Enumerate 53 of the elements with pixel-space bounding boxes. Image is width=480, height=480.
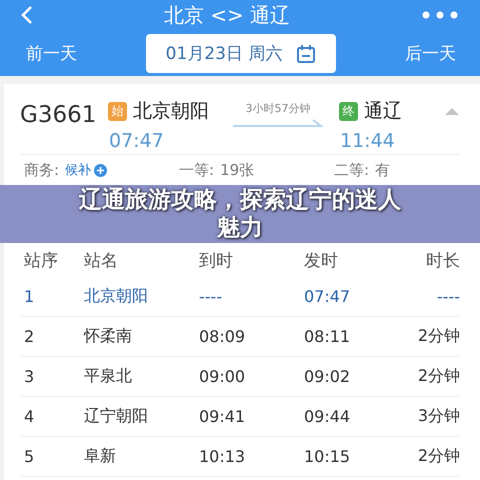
table-cell-text: 08:11 <box>304 327 352 346</box>
table-cell-text: 10:13 <box>199 447 246 466</box>
table-cell-text: 怀柔南 <box>84 326 133 347</box>
table-cell-text: 4 <box>24 407 36 426</box>
column-header: 站序 <box>24 250 59 272</box>
arrival-time: 11:44 <box>339 130 396 152</box>
table-cell-text: 5 <box>24 447 36 466</box>
table-cell-text: ---- <box>436 287 460 306</box>
table-cell-text: 08:09 <box>199 327 246 346</box>
table-cell-text: 09:00 <box>199 367 246 386</box>
column-header: 时长 <box>425 250 460 272</box>
station-badge: 始 <box>108 102 127 120</box>
waitlist-link[interactable]: 候补 <box>65 161 108 179</box>
train-number: G3661 <box>20 101 98 128</box>
table-cell-text: 阜新 <box>84 446 117 467</box>
seat-class-label: 一等: <box>179 160 214 180</box>
station-name: 通辽 <box>364 99 402 124</box>
table-cell-text: 北京朝阳 <box>84 286 149 307</box>
table-cell-text: 09:44 <box>304 407 352 426</box>
table-cell-text: 09:02 <box>304 367 352 386</box>
plus-icon <box>94 164 108 176</box>
station-badge: 终 <box>339 102 358 120</box>
duration-label: 3小时57分钟 <box>246 101 310 116</box>
window-title: 北京 <> 通辽 <box>164 2 290 28</box>
calendar-icon <box>296 44 316 64</box>
table-cell-text: 10:15 <box>304 447 352 466</box>
seat-availability: 有 <box>375 160 390 180</box>
table-cell-text: 07:47 <box>304 287 352 306</box>
table-cell-text: 3 <box>24 367 36 386</box>
prev-day-button[interactable]: 前一天 <box>26 42 77 65</box>
table-cell-text: 2分钟 <box>416 446 460 467</box>
banner-title: 辽通旅游攻略，探索辽宁的迷人魅力 <box>78 186 402 242</box>
column-header: 发时 <box>304 250 339 272</box>
table-cell-text: 3分钟 <box>416 406 460 427</box>
table-cell-text: 辽宁朝阳 <box>84 406 149 427</box>
table-cell-text: 2 <box>24 327 36 346</box>
column-header: 站名 <box>84 250 119 272</box>
station-name: 北京朝阳 <box>133 99 209 124</box>
seat-class-label: 商务: <box>24 160 60 180</box>
back-icon <box>20 5 34 25</box>
seat-availability: 19张 <box>220 160 254 180</box>
table-cell-text: 1 <box>24 287 36 306</box>
departure-time: 07:47 <box>108 130 165 152</box>
table-cell-text: 2分钟 <box>416 326 460 347</box>
more-icon <box>420 11 460 19</box>
table-cell-text: 平泉北 <box>84 366 133 387</box>
table-cell-text: ---- <box>199 287 224 306</box>
date-picker[interactable]: 01月23日 周六 <box>146 34 336 73</box>
next-day-button[interactable]: 后一天 <box>405 42 456 65</box>
column-header: 到时 <box>199 250 234 272</box>
seat-class-label: 二等: <box>334 160 370 180</box>
table-cell-text: 2分钟 <box>416 366 460 387</box>
table-cell-text: 09:41 <box>199 407 246 426</box>
